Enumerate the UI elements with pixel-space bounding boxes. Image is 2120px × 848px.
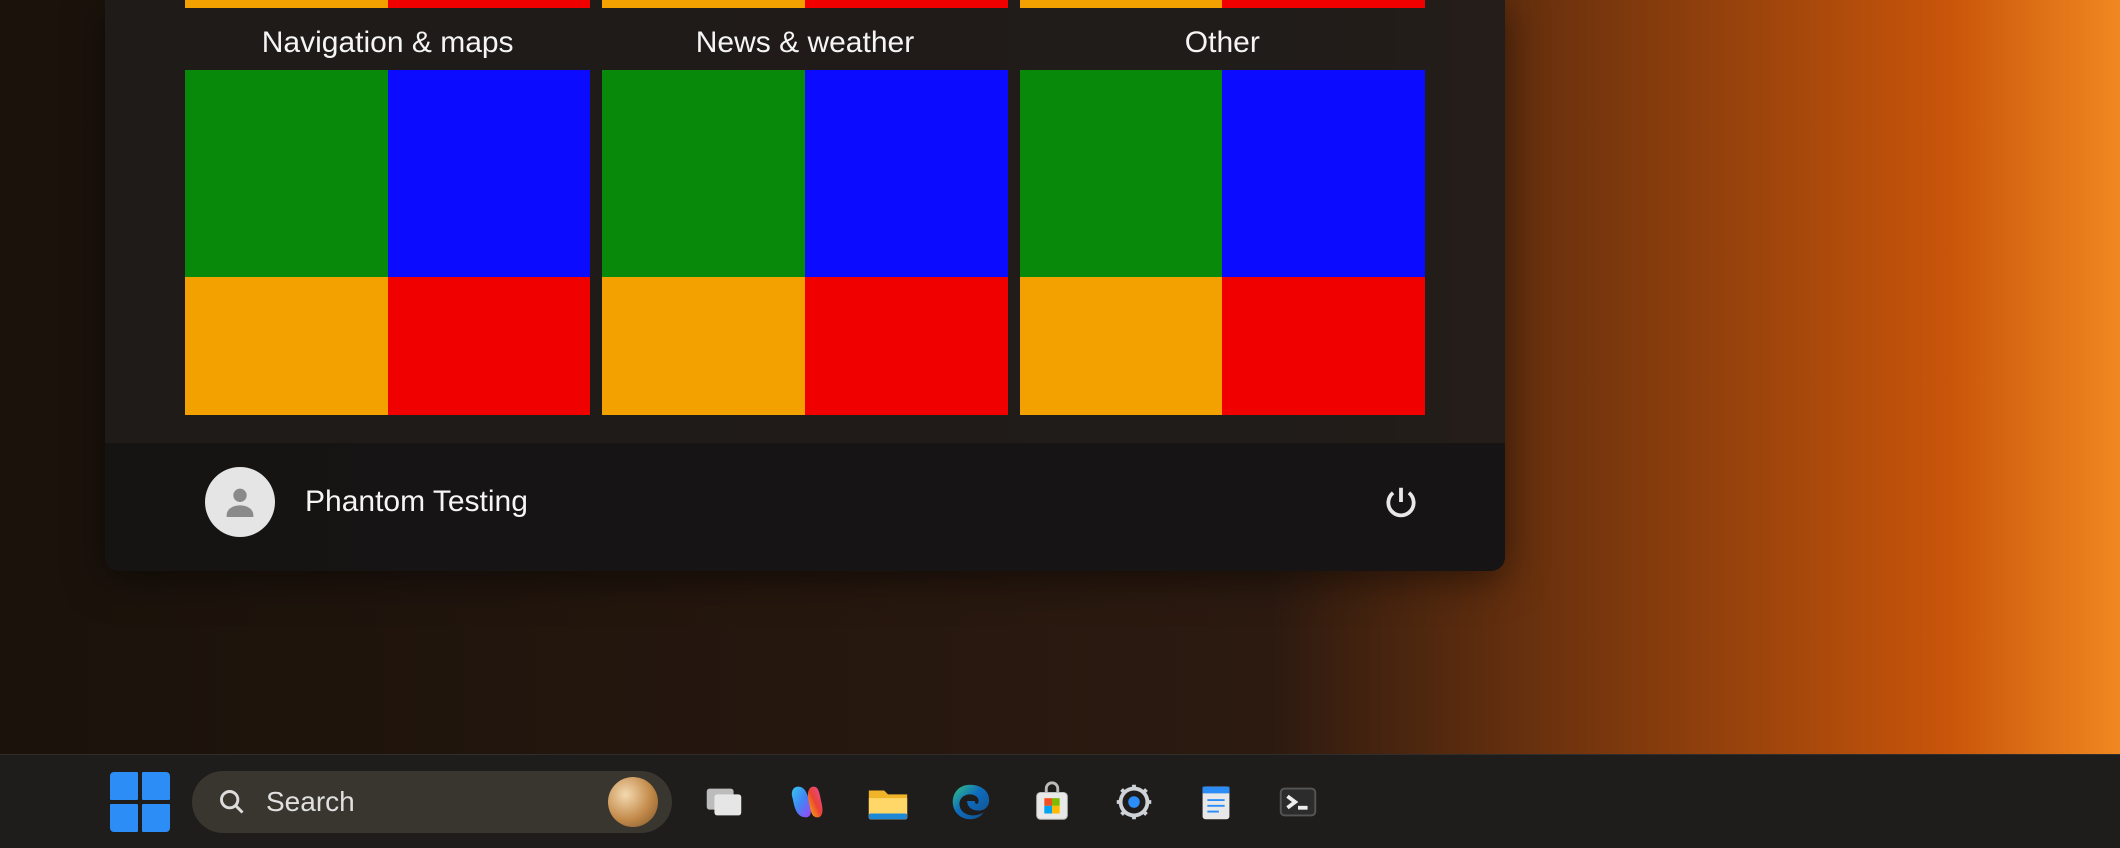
category-tile — [1020, 70, 1425, 415]
category-news-weather[interactable]: News & weather — [602, 8, 1007, 415]
category-row-main: Navigation & maps News & weather — [185, 8, 1425, 415]
start-menu-categories: Navigation & maps News & weather — [105, 0, 1505, 443]
category-tile — [602, 70, 1007, 415]
category-navigation-maps[interactable]: Navigation & maps — [185, 8, 590, 415]
person-icon — [220, 482, 260, 522]
power-button[interactable] — [1377, 478, 1425, 526]
user-name-label: Phantom Testing — [305, 485, 528, 519]
start-button[interactable] — [110, 772, 170, 832]
taskbar: Search — [0, 754, 2120, 848]
file-explorer-icon[interactable] — [858, 772, 918, 832]
start-menu-panel: Navigation & maps News & weather — [105, 0, 1505, 571]
search-icon — [218, 788, 246, 816]
category-label: Other — [1185, 26, 1260, 60]
terminal-icon[interactable] — [1268, 772, 1328, 832]
category-label: Navigation & maps — [262, 26, 514, 60]
category-tile-prev-0[interactable] — [185, 0, 590, 8]
task-view-icon[interactable] — [694, 772, 754, 832]
power-icon — [1382, 483, 1420, 521]
search-placeholder: Search — [266, 786, 608, 818]
edge-icon[interactable] — [940, 772, 1000, 832]
search-highlight-icon — [608, 777, 658, 827]
search-box[interactable]: Search — [192, 771, 672, 833]
category-tile — [185, 70, 590, 415]
microsoft-store-icon[interactable] — [1022, 772, 1082, 832]
notepad-icon[interactable] — [1186, 772, 1246, 832]
settings-icon[interactable] — [1104, 772, 1164, 832]
category-row-top-sliver — [185, 0, 1425, 8]
desktop-background: Navigation & maps News & weather — [0, 0, 2120, 848]
start-menu-footer: Phantom Testing — [105, 443, 1505, 571]
copilot-icon[interactable] — [776, 772, 836, 832]
category-tile-prev-1[interactable] — [602, 0, 1007, 8]
category-label: News & weather — [696, 26, 914, 60]
user-avatar[interactable] — [205, 467, 275, 537]
category-other[interactable]: Other — [1020, 8, 1425, 415]
category-tile-prev-2[interactable] — [1020, 0, 1425, 8]
